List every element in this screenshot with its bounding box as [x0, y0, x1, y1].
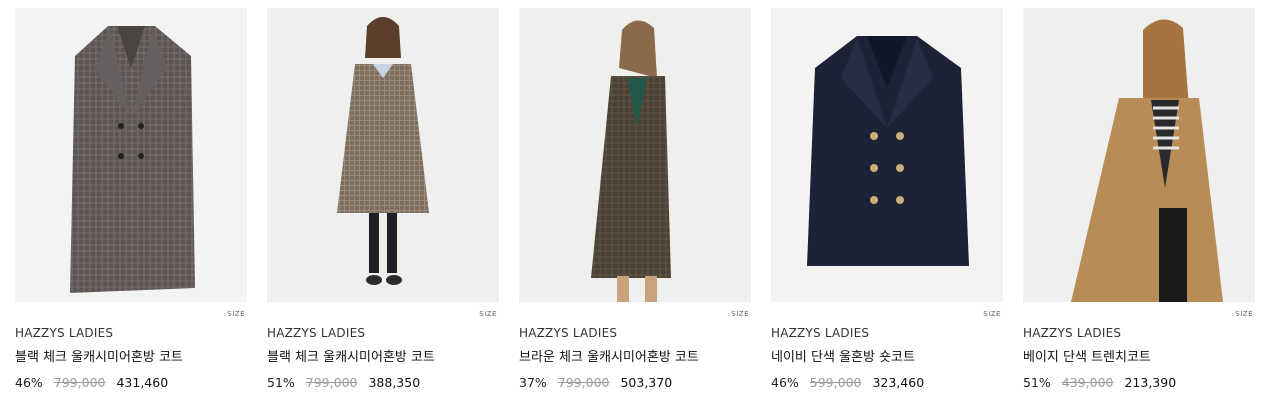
sale-price: 388,350 — [368, 375, 421, 390]
product-card[interactable]: SIZE HAZZYS LADIES 블랙 체크 울캐시미어혼방 코트 51% … — [267, 8, 499, 390]
sale-price: 213,390 — [1124, 375, 1177, 390]
product-grid: SIZE HAZZYS LADIES 블랙 체크 울캐시미어혼방 코트 46% … — [0, 0, 1265, 415]
size-label[interactable]: SIZE — [1235, 310, 1253, 318]
price-row: 51% 439,000 213,390 — [1023, 375, 1183, 390]
price-row: 37% 799,000 503,370 — [519, 375, 679, 390]
coat-image-5 — [1023, 8, 1255, 302]
size-label[interactable]: SIZE — [731, 310, 749, 318]
size-label[interactable]: SIZE — [983, 310, 1001, 318]
discount-rate: 46% — [15, 375, 43, 390]
price-row: 46% 799,000 431,460 — [15, 375, 175, 390]
product-image[interactable] — [267, 8, 499, 302]
coat-image-1 — [15, 8, 247, 302]
coat-image-3 — [519, 8, 751, 302]
product-card[interactable]: SIZE HAZZYS LADIES 베이지 단색 트렌치코트 51% 439,… — [1023, 8, 1255, 390]
product-card[interactable]: SIZE HAZZYS LADIES 네이비 단색 울혼방 숏코트 46% 59… — [771, 8, 1003, 390]
product-name[interactable]: 네이비 단색 울혼방 숏코트 — [771, 346, 915, 365]
product-brand: HAZZYS LADIES — [267, 326, 366, 340]
sale-price: 503,370 — [620, 375, 673, 390]
original-price: 799,000 — [53, 375, 106, 390]
product-name[interactable]: 베이지 단색 트렌치코트 — [1023, 346, 1151, 365]
product-image[interactable] — [1023, 8, 1255, 302]
original-price: 599,000 — [809, 375, 862, 390]
product-name[interactable]: 브라운 체크 울캐시미어혼방 코트 — [519, 346, 699, 365]
product-brand: HAZZYS LADIES — [1023, 326, 1122, 340]
discount-rate: 51% — [1023, 375, 1051, 390]
original-price: 799,000 — [557, 375, 610, 390]
sale-price: 431,460 — [116, 375, 169, 390]
product-card[interactable]: SIZE HAZZYS LADIES 브라운 체크 울캐시미어혼방 코트 37%… — [519, 8, 751, 390]
price-row: 51% 799,000 388,350 — [267, 375, 427, 390]
product-image[interactable] — [519, 8, 751, 302]
discount-rate: 51% — [267, 375, 295, 390]
product-card[interactable]: SIZE HAZZYS LADIES 블랙 체크 울캐시미어혼방 코트 46% … — [15, 8, 247, 390]
original-price: 799,000 — [305, 375, 358, 390]
size-label[interactable]: SIZE — [479, 310, 497, 318]
discount-rate: 37% — [519, 375, 547, 390]
sale-price: 323,460 — [872, 375, 925, 390]
product-name[interactable]: 블랙 체크 울캐시미어혼방 코트 — [267, 346, 435, 365]
discount-rate: 46% — [771, 375, 799, 390]
product-brand: HAZZYS LADIES — [15, 326, 114, 340]
product-brand: HAZZYS LADIES — [771, 326, 870, 340]
product-brand: HAZZYS LADIES — [519, 326, 618, 340]
coat-image-4 — [771, 8, 1003, 302]
coat-image-2 — [267, 8, 499, 302]
original-price: 439,000 — [1061, 375, 1114, 390]
price-row: 46% 599,000 323,460 — [771, 375, 931, 390]
product-image[interactable] — [15, 8, 247, 302]
product-name[interactable]: 블랙 체크 울캐시미어혼방 코트 — [15, 346, 183, 365]
product-image[interactable] — [771, 8, 1003, 302]
size-label[interactable]: SIZE — [227, 310, 245, 318]
